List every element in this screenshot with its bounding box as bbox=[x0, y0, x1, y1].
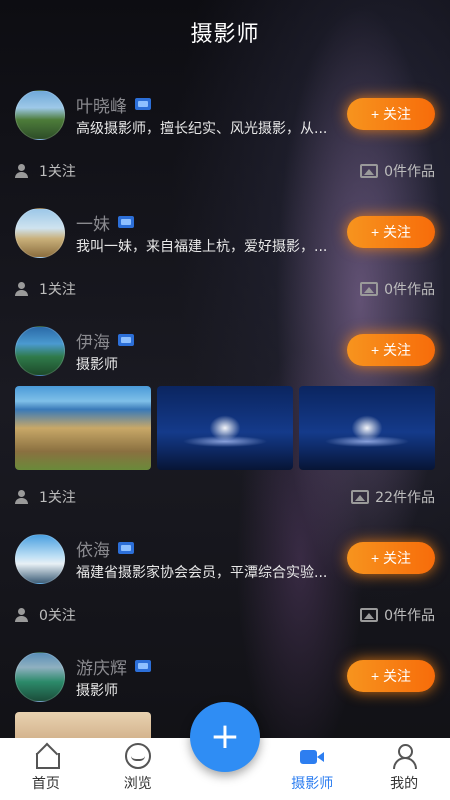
follow-button[interactable]: + 关注 bbox=[347, 334, 435, 366]
photographer-card[interactable]: 伊海 摄影师 + 关注 1关注 22件作品 bbox=[0, 316, 450, 524]
works-stat: 0件作品 bbox=[360, 279, 435, 299]
camera-badge-icon bbox=[118, 334, 134, 346]
tab-label: 我的 bbox=[390, 776, 419, 792]
camera-badge-icon bbox=[135, 660, 151, 672]
person-icon bbox=[15, 490, 33, 504]
home-icon bbox=[33, 743, 60, 769]
followers-stat: 1关注 bbox=[15, 161, 76, 181]
camera-badge-icon bbox=[118, 542, 134, 554]
work-thumbnail[interactable] bbox=[15, 386, 151, 470]
user-icon bbox=[391, 743, 418, 769]
image-icon bbox=[360, 608, 379, 622]
avatar[interactable] bbox=[15, 652, 65, 702]
works-stat: 0件作品 bbox=[360, 605, 435, 625]
works-count: 22件作品 bbox=[375, 490, 435, 506]
work-thumbnail[interactable] bbox=[157, 386, 293, 470]
follow-button[interactable]: + 关注 bbox=[347, 660, 435, 692]
person-icon bbox=[15, 608, 33, 622]
eye-icon bbox=[124, 743, 151, 769]
photographer-card[interactable]: 一妹 我叫一妹，来自福建上杭，爱好摄影，... + 关注 1关注 0件作品 bbox=[0, 198, 450, 316]
tab-browse[interactable]: 浏览 bbox=[92, 738, 184, 800]
camera-badge-icon bbox=[135, 98, 151, 110]
image-icon bbox=[351, 490, 370, 504]
work-thumbnail[interactable] bbox=[299, 386, 435, 470]
followers-count: 1关注 bbox=[39, 282, 76, 298]
person-icon bbox=[15, 164, 33, 178]
photographer-name[interactable]: 叶晓峰 bbox=[76, 92, 127, 117]
followers-stat: 0关注 bbox=[15, 605, 76, 625]
photographer-desc: 摄影师 bbox=[76, 357, 118, 373]
tab-label: 浏览 bbox=[123, 776, 152, 792]
avatar[interactable] bbox=[15, 90, 65, 140]
tab-photographer[interactable]: 摄影师 bbox=[266, 738, 358, 800]
tab-mine[interactable]: 我的 bbox=[358, 738, 450, 800]
followers-count: 0关注 bbox=[39, 608, 76, 624]
works-stat: 22件作品 bbox=[351, 487, 435, 507]
followers-stat: 1关注 bbox=[15, 487, 76, 507]
image-icon bbox=[360, 164, 379, 178]
photographer-desc: 福建省摄影家协会会员，平潭综合实验... bbox=[76, 565, 328, 581]
camera-badge-icon bbox=[118, 216, 134, 228]
image-icon bbox=[360, 282, 379, 296]
work-thumbnail[interactable] bbox=[15, 712, 151, 738]
photographer-desc: 摄影师 bbox=[76, 683, 118, 699]
follow-button[interactable]: + 关注 bbox=[347, 542, 435, 574]
works-count: 0件作品 bbox=[384, 164, 435, 180]
photographer-card[interactable]: 依海 福建省摄影家协会会员，平潭综合实验... + 关注 0关注 0件作品 bbox=[0, 524, 450, 642]
followers-stat: 1关注 bbox=[15, 279, 76, 299]
photographer-list[interactable]: 叶晓峰 高级摄影师，擅长纪实、风光摄影，从... + 关注 1关注 0件作品 一… bbox=[0, 80, 450, 738]
followers-count: 1关注 bbox=[39, 164, 76, 180]
photographer-card[interactable]: 叶晓峰 高级摄影师，擅长纪实、风光摄影，从... + 关注 1关注 0件作品 bbox=[0, 80, 450, 198]
works-count: 0件作品 bbox=[384, 282, 435, 298]
avatar[interactable] bbox=[15, 208, 65, 258]
photographer-name[interactable]: 伊海 bbox=[76, 328, 110, 353]
app-header: 摄影师 bbox=[0, 0, 450, 64]
photographer-name[interactable]: 游庆辉 bbox=[76, 654, 127, 679]
page-title: 摄影师 bbox=[190, 22, 260, 47]
person-icon bbox=[15, 282, 33, 296]
tab-label: 摄影师 bbox=[291, 776, 334, 792]
tab-label: 首页 bbox=[31, 776, 60, 792]
video-camera-icon bbox=[299, 743, 325, 769]
avatar[interactable] bbox=[15, 534, 65, 584]
avatar[interactable] bbox=[15, 326, 65, 376]
works-count: 0件作品 bbox=[384, 608, 435, 624]
works-stat: 0件作品 bbox=[360, 161, 435, 181]
follow-button[interactable]: + 关注 bbox=[347, 216, 435, 248]
photographer-desc: 高级摄影师，擅长纪实、风光摄影，从... bbox=[76, 121, 328, 137]
photographer-name[interactable]: 一妹 bbox=[76, 210, 110, 235]
add-button[interactable]: + bbox=[190, 702, 260, 772]
followers-count: 1关注 bbox=[39, 490, 76, 506]
follow-button[interactable]: + 关注 bbox=[347, 98, 435, 130]
works-gallery bbox=[15, 386, 435, 470]
photographer-name[interactable]: 依海 bbox=[76, 536, 110, 561]
tab-home[interactable]: 首页 bbox=[0, 738, 92, 800]
photographer-desc: 我叫一妹，来自福建上杭，爱好摄影，... bbox=[76, 239, 328, 255]
